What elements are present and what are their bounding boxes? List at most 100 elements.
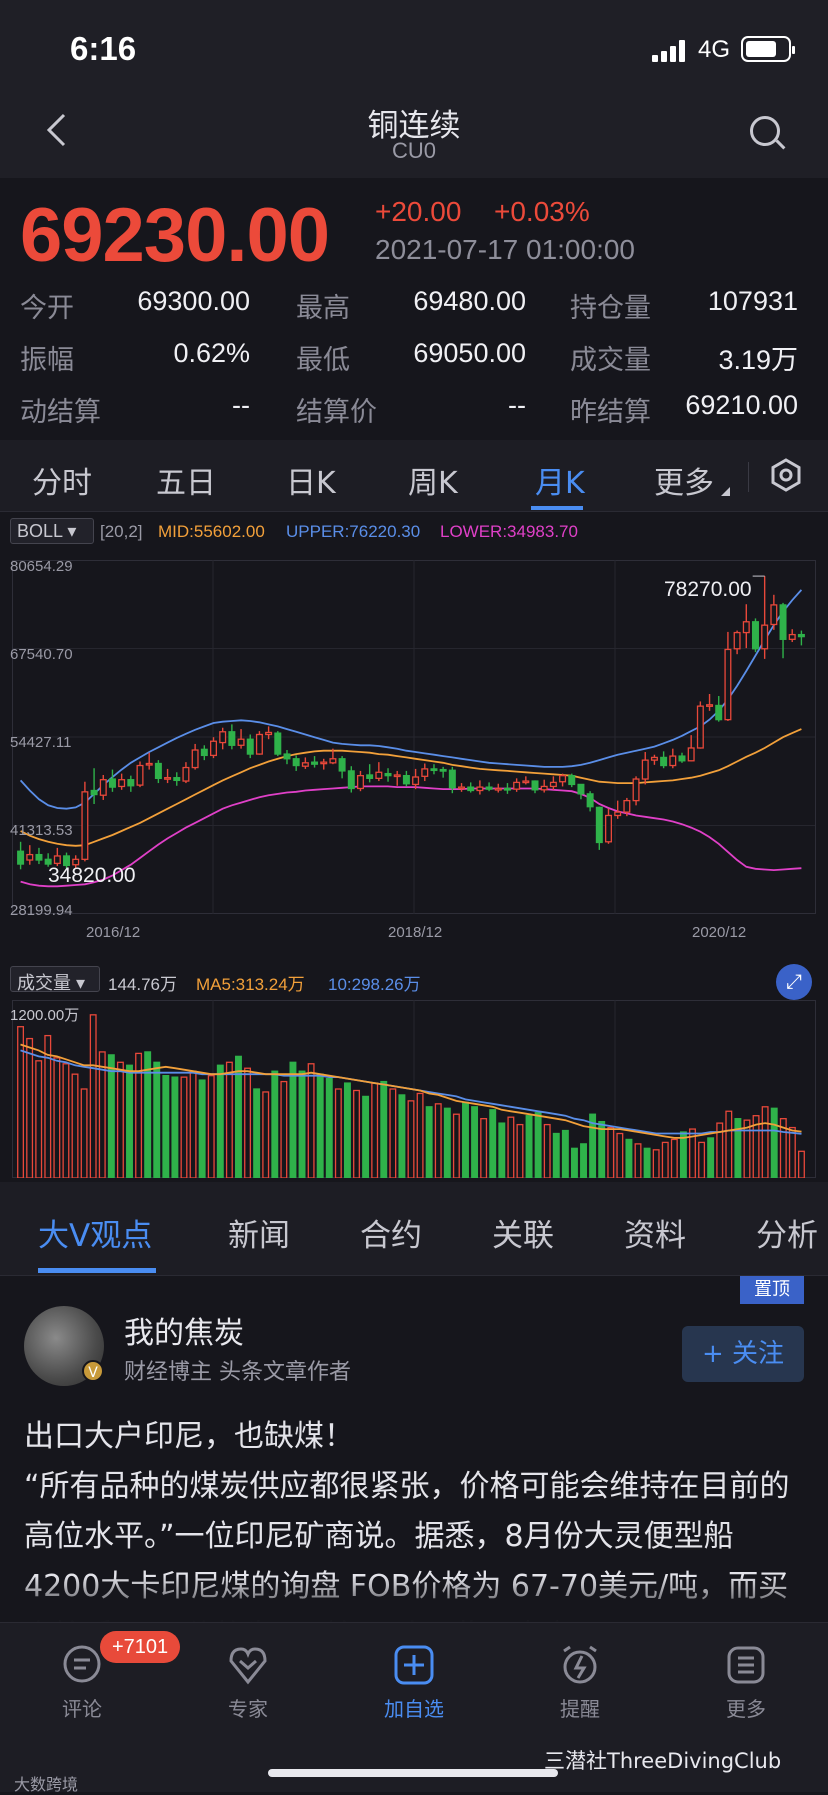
volume-bar	[380, 1080, 388, 1178]
candle-body	[476, 786, 484, 792]
author-name[interactable]: 我的焦炭	[124, 1308, 244, 1352]
candle-body	[678, 755, 686, 762]
candle-body	[173, 777, 181, 782]
quote-panel: 69230.00 +20.00 +0.03% 2021-07-17 01:00:…	[0, 178, 828, 432]
last-price: 69230.00	[20, 193, 330, 278]
bottom-label: 评论	[62, 1697, 102, 1721]
tab-more[interactable]: 更多	[654, 458, 714, 502]
candle-body	[439, 768, 447, 772]
settings-icon[interactable]	[768, 457, 804, 493]
tab-intraday[interactable]: 分时	[32, 458, 92, 502]
dropdown-caret-icon	[721, 487, 730, 496]
volume-value-label: 144.76万	[108, 975, 177, 994]
verified-badge: V	[82, 1360, 104, 1382]
volume-bar	[307, 1063, 315, 1178]
candle-body	[311, 761, 319, 765]
follow-button[interactable]: + 关注	[682, 1326, 804, 1382]
volume-bar	[607, 1126, 615, 1178]
volume-bar	[761, 1106, 769, 1178]
candle-body	[751, 621, 759, 650]
candle-body	[292, 758, 300, 767]
y-tick-label: 41313.53	[10, 822, 73, 839]
tab-related[interactable]: 关联	[492, 1210, 554, 1255]
alarm-button[interactable]: 提醒	[520, 1643, 640, 1722]
expert-button[interactable]: 专家	[188, 1643, 308, 1722]
candle-body	[182, 766, 190, 782]
candle-body	[706, 704, 714, 707]
volume-bar	[26, 1037, 34, 1178]
signal-icon	[652, 40, 688, 62]
price-change-pct: +0.03%	[494, 196, 590, 227]
candle-body	[164, 777, 172, 780]
volume-bar	[17, 1026, 25, 1178]
candle-body	[522, 780, 530, 784]
candle-body	[329, 758, 337, 764]
home-indicator[interactable]	[268, 1769, 558, 1777]
more-button[interactable]: 更多	[686, 1643, 806, 1722]
expert-icon	[229, 1647, 267, 1685]
candle-body	[210, 740, 217, 757]
tab-monthly-k[interactable]: 月K	[535, 458, 585, 502]
volume-bar	[343, 1082, 351, 1178]
candle-body	[742, 621, 750, 634]
y-tick-label: 67540.70	[10, 646, 73, 663]
stat-prev-settle: 昨结算 69210.00	[570, 390, 798, 427]
tab-five-day[interactable]: 五日	[156, 458, 216, 502]
volume-bar	[416, 1092, 424, 1178]
volume-bar	[353, 1089, 360, 1178]
candle-body	[797, 633, 805, 638]
add-watchlist-button[interactable]: 加自选	[354, 1643, 474, 1722]
post-card[interactable]: 置顶 V 我的焦炭 财经博主 头条文章作者 + 关注 出口大户印尼，也缺煤！ “所…	[0, 1276, 828, 1622]
volume-bar	[698, 1141, 706, 1178]
volume-bar	[398, 1094, 406, 1178]
volume-bar	[271, 1070, 279, 1178]
volume-bar	[189, 1070, 197, 1178]
volume-bar	[126, 1064, 133, 1178]
expand-chart-icon[interactable]: ⤢	[776, 964, 812, 1000]
x-tick-label: 2016/12	[86, 924, 141, 941]
candle-body	[228, 731, 236, 746]
volume-bar	[71, 1073, 79, 1178]
volume-bar	[643, 1147, 651, 1178]
indicator-select[interactable]: BOLL ▾	[10, 518, 94, 544]
kline-tabs: 分时 五日 日K 周K 月K 更多	[0, 440, 828, 512]
volume-bar	[507, 1116, 515, 1178]
candle-body	[108, 778, 116, 788]
candle-body	[145, 762, 153, 766]
volume-chart[interactable]	[12, 1000, 816, 1178]
volume-bar	[498, 1122, 506, 1178]
tab-news[interactable]: 新闻	[228, 1210, 290, 1255]
volume-bar	[480, 1118, 488, 1178]
volume-bar	[116, 1061, 124, 1178]
search-icon[interactable]	[750, 116, 780, 146]
tab-kol-views[interactable]: 大V观点	[38, 1210, 152, 1255]
status-time: 6:16	[70, 30, 137, 67]
stat-high: 最高 69480.00	[296, 286, 526, 323]
candle-body	[513, 781, 521, 790]
volume-bar	[707, 1137, 715, 1178]
tab-contract[interactable]: 合约	[360, 1210, 422, 1255]
volume-bar	[734, 1118, 742, 1178]
stat-volume: 成交量 3.19万	[570, 345, 798, 375]
candlestick-chart[interactable]	[12, 560, 816, 914]
candle-body	[733, 631, 741, 650]
candle-body	[320, 761, 328, 765]
tab-profile[interactable]: 资料	[624, 1210, 686, 1255]
battery-icon	[741, 36, 795, 62]
tab-daily-k[interactable]: 日K	[286, 458, 336, 502]
volume-bar	[216, 1064, 224, 1178]
volume-ma10-label: 10:298.26万	[328, 975, 421, 994]
volume-bar	[434, 1103, 442, 1178]
volume-indicator-select[interactable]: 成交量 ▾	[10, 966, 100, 993]
tab-weekly-k[interactable]: 周K	[408, 458, 458, 502]
boll-upper-label: UPPER:76220.30	[286, 522, 421, 541]
quote-timestamp: 2021-07-17 01:00:00	[375, 234, 635, 265]
volume-bar	[316, 1073, 324, 1178]
volume-bar	[625, 1138, 633, 1178]
tab-analysis[interactable]: 分析	[756, 1210, 818, 1255]
alarm-icon	[563, 1645, 597, 1684]
volume-bar	[525, 1115, 533, 1178]
candle-body	[467, 786, 475, 792]
volume-bar	[788, 1126, 796, 1178]
volume-bar	[325, 1077, 333, 1178]
